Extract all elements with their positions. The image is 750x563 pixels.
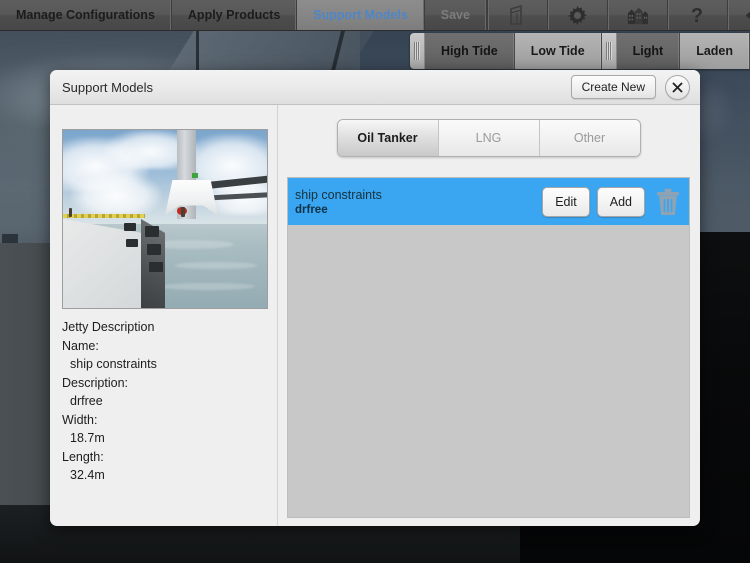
list-item[interactable]: ship constraints drfree Edit Add <box>288 178 689 225</box>
nav-tab-support-models[interactable]: Support Models <box>297 0 425 30</box>
models-pane: Oil Tanker LNG Other ship constraints dr… <box>278 105 700 526</box>
field-label-length: Length: <box>62 449 104 464</box>
field-value-name: ship constraints <box>70 357 157 371</box>
nav-tab-apply-products[interactable]: Apply Products <box>172 0 298 30</box>
preview-green-light <box>191 172 198 179</box>
preview-cloud <box>71 172 161 216</box>
tab-other[interactable]: Other <box>539 120 640 156</box>
tab-lng[interactable]: LNG <box>438 120 540 156</box>
field-label-width: Width: <box>62 412 98 427</box>
svg-text:?: ? <box>691 5 703 26</box>
tide-drag-handle[interactable] <box>409 33 425 69</box>
ship-icon[interactable] <box>486 0 547 30</box>
dialog-title: Support Models <box>62 79 154 95</box>
list-item-actions: Edit Add <box>542 185 683 219</box>
eye-icon[interactable] <box>726 0 750 30</box>
field-label-name: Name: <box>62 338 99 353</box>
list-item-texts: ship constraints drfree <box>295 188 382 216</box>
field-label-description: Description: <box>62 375 128 390</box>
help-icon[interactable]: ? <box>666 0 727 30</box>
toggle-light[interactable]: Light <box>616 33 681 69</box>
preview-person <box>181 206 185 218</box>
field-value-description: drfree <box>70 394 103 408</box>
preview-yellow-railing <box>63 213 145 219</box>
toggle-high-tide[interactable]: High Tide <box>424 33 515 69</box>
support-models-list[interactable]: ship constraints drfree Edit Add <box>287 177 690 518</box>
preview-fender <box>148 261 163 273</box>
list-item-title: ship constraints <box>295 187 382 202</box>
preview-quay-deck <box>63 219 145 308</box>
edit-button[interactable]: Edit <box>542 186 590 217</box>
detail-pane: Jetty Description Name: ship constraints… <box>50 105 278 526</box>
navbar-icon-group: ? <box>486 0 750 30</box>
model-type-tabs: Oil Tanker LNG Other <box>336 119 641 157</box>
support-models-dialog: Support Models Create New Jetty Descript… <box>50 70 700 526</box>
preview-ripple <box>175 261 257 269</box>
list-item-subtitle: drfree <box>295 203 328 216</box>
add-button[interactable]: Add <box>596 186 645 217</box>
jetty-description-block: Jetty Description Name: ship constraints… <box>62 321 267 488</box>
tide-load-toggle-bar: High Tide Low Tide Light Laden <box>409 33 750 69</box>
nav-tab-save[interactable]: Save <box>425 0 487 30</box>
preview-person <box>69 208 73 218</box>
building-icon[interactable] <box>606 0 667 30</box>
nav-tab-manage-configurations[interactable]: Manage Configurations <box>0 0 172 30</box>
preview-fender <box>124 222 137 232</box>
create-new-button[interactable]: Create New <box>570 75 656 99</box>
dialog-body: Jetty Description Name: ship constraints… <box>50 105 700 526</box>
app-root: Manage Configurations Apply Products Sup… <box>0 0 750 563</box>
field-value-width: 18.7m <box>70 431 105 445</box>
gear-icon[interactable] <box>546 0 607 30</box>
preview-fender <box>126 238 139 248</box>
load-drag-handle[interactable] <box>601 33 617 69</box>
field-value-length: 32.4m <box>70 468 105 482</box>
dialog-header: Support Models Create New <box>50 70 700 105</box>
jetty-3d-preview[interactable] <box>62 129 268 309</box>
top-navbar: Manage Configurations Apply Products Sup… <box>0 0 750 31</box>
toggle-low-tide[interactable]: Low Tide <box>514 33 602 69</box>
toggle-laden[interactable]: Laden <box>680 33 750 69</box>
preview-fender <box>144 226 159 237</box>
close-icon[interactable] <box>665 74 690 100</box>
preview-fender <box>146 243 161 255</box>
dialog-header-actions: Create New <box>570 74 690 100</box>
trash-icon[interactable] <box>653 185 683 219</box>
jetty-description-heading: Jetty Description <box>62 320 155 334</box>
tab-oil-tanker[interactable]: Oil Tanker <box>337 120 439 156</box>
